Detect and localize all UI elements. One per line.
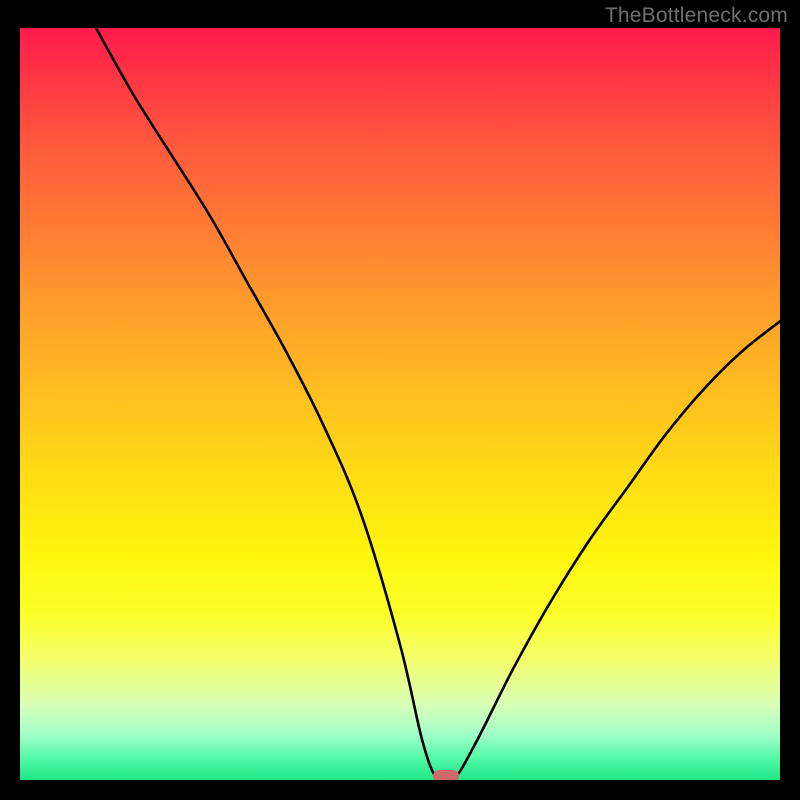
- plot-area: [20, 28, 780, 780]
- line-plot: [20, 28, 780, 780]
- minimum-marker: [433, 770, 459, 780]
- chart-frame: TheBottleneck.com: [0, 0, 800, 800]
- bottleneck-curve: [96, 28, 780, 780]
- watermark-text: TheBottleneck.com: [605, 4, 788, 28]
